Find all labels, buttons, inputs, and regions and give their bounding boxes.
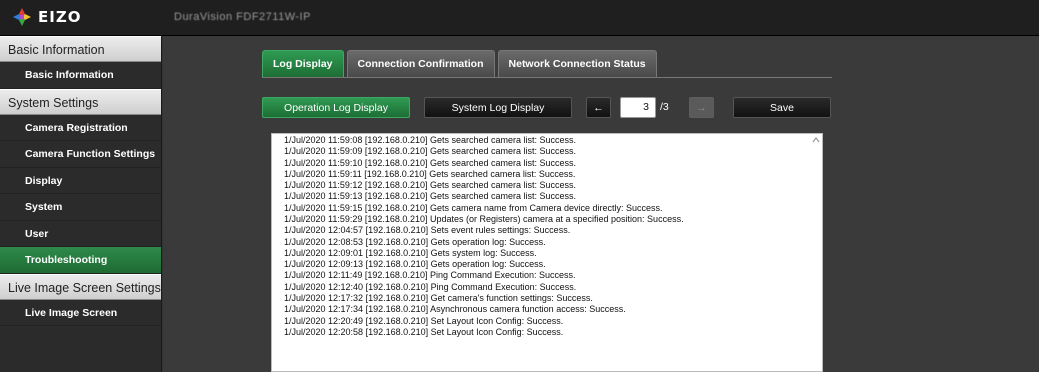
log-line: 1/Jul/2020 11:59:15 [192.168.0.210] Gets… [284, 202, 663, 213]
next-page-button[interactable]: → [689, 97, 714, 118]
log-line: 1/Jul/2020 11:59:08 [192.168.0.210] Gets… [284, 135, 577, 145]
arrow-right-icon: → [696, 102, 707, 114]
page-number-input[interactable]: 3 [620, 97, 656, 118]
log-line: 1/Jul/2020 12:09:01 [192.168.0.210] Gets… [284, 247, 537, 258]
sidebar-section-live-image-screen-settings[interactable]: Live Image Screen Settings [0, 273, 161, 300]
log-line: 1/Jul/2020 12:11:49 [192.168.0.210] Ping… [284, 270, 576, 281]
sidebar-item-camera-function-settings[interactable]: Camera Function Settings [0, 141, 161, 168]
log-line: 1/Jul/2020 11:59:10 [192.168.0.210] Gets… [284, 157, 577, 168]
log-line: 1/Jul/2020 12:20:58 [192.168.0.210] Set … [284, 326, 564, 337]
sidebar-item-troubleshooting[interactable]: Troubleshooting [0, 247, 161, 274]
tab-connection-confirmation[interactable]: Connection Confirmation [346, 50, 495, 77]
sidebar-section-system-settings[interactable]: System Settings [0, 88, 161, 115]
log-lines: 1/Jul/2020 11:59:08 [192.168.0.210] Gets… [284, 135, 804, 338]
log-line: 1/Jul/2020 12:04:57 [192.168.0.210] Sets… [284, 225, 571, 236]
log-line: 1/Jul/2020 11:59:09 [192.168.0.210] Gets… [284, 146, 577, 157]
log-line: 1/Jul/2020 11:59:29 [192.168.0.210] Upda… [284, 213, 684, 224]
log-line: 1/Jul/2020 12:17:34 [192.168.0.210] Asyn… [284, 304, 626, 315]
sidebar-item-camera-registration[interactable]: Camera Registration [0, 115, 161, 141]
previous-page-button[interactable]: ← [586, 97, 611, 118]
log-controls: Operation Log Display System Log Display… [262, 97, 832, 118]
log-line: 1/Jul/2020 12:12:40 [192.168.0.210] Ping… [284, 281, 577, 292]
tab-bar: Log Display Connection Confirmation Netw… [262, 50, 657, 77]
tab-network-connection-status[interactable]: Network Connection Status [497, 50, 657, 77]
operation-log-display-button[interactable]: Operation Log Display [262, 97, 410, 118]
sidebar-item-basic-information[interactable]: Basic Information [0, 62, 161, 89]
log-line: 1/Jul/2020 12:09:13 [192.168.0.210] Gets… [284, 259, 546, 270]
sidebar-item-user[interactable]: User [0, 221, 161, 247]
log-line: 1/Jul/2020 11:59:13 [192.168.0.210] Gets… [284, 191, 577, 202]
log-line: 1/Jul/2020 12:17:32 [192.168.0.210] Get … [284, 292, 593, 303]
logo-text: EIZO [38, 8, 82, 26]
device-name: DuraVision FDF2711W-IP [174, 11, 311, 23]
main-panel: Log Display Connection Confirmation Netw… [163, 36, 1039, 372]
log-line: 1/Jul/2020 11:59:12 [192.168.0.210] Gets… [284, 180, 577, 191]
arrow-left-icon: ← [593, 102, 604, 114]
scroll-up-icon[interactable] [812, 136, 820, 144]
eizo-logo-icon [13, 8, 31, 26]
system-log-display-button[interactable]: System Log Display [424, 97, 572, 118]
log-line: 1/Jul/2020 12:08:53 [192.168.0.210] Gets… [284, 236, 546, 247]
log-line: 1/Jul/2020 12:20:49 [192.168.0.210] Set … [284, 315, 564, 326]
save-button[interactable]: Save [733, 97, 831, 118]
log-scrollbar[interactable] [810, 134, 822, 371]
sidebar: Basic Information Basic Information Syst… [0, 36, 162, 372]
tab-log-display[interactable]: Log Display [262, 50, 344, 77]
log-line: 1/Jul/2020 11:59:11 [192.168.0.210] Gets… [284, 168, 576, 179]
top-bar: EIZO DuraVision FDF2711W-IP [0, 0, 1039, 36]
log-text-area[interactable]: 1/Jul/2020 11:59:08 [192.168.0.210] Gets… [271, 133, 823, 372]
sidebar-section-basic-information[interactable]: Basic Information [0, 36, 161, 62]
sidebar-item-live-image-screen[interactable]: Live Image Screen [0, 300, 161, 326]
page-total: /3 [660, 101, 669, 113]
sidebar-item-system[interactable]: System [0, 194, 161, 221]
sidebar-item-display[interactable]: Display [0, 168, 161, 194]
eizo-logo: EIZO [12, 7, 81, 27]
tab-divider [262, 77, 832, 78]
